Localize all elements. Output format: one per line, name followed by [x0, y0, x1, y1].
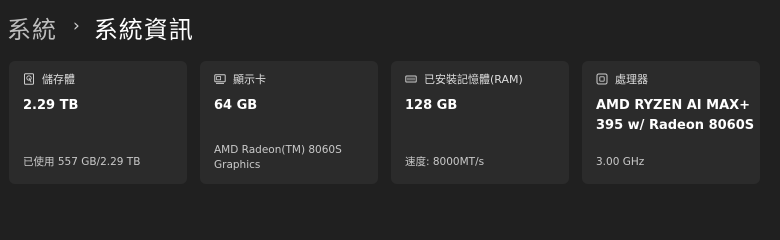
display-adapter-card-title: 顯示卡 — [233, 73, 266, 86]
storage-usage-text: 已使用 557 GB/2.29 TB — [23, 156, 141, 168]
memory-speed-text: 速度: 8000MT/s — [405, 156, 485, 168]
processor-name-value: AMD RYZEN AI MAX+ 395 w/ Radeon 8060S — [596, 98, 755, 133]
processor-card-header: 處理器 — [596, 71, 648, 87]
display-adapter-name-text: AMD Radeon(TM) 8060S Graphics — [214, 144, 342, 171]
page-title: 系統資訊 — [93, 15, 194, 44]
display-adapter-card-header: 顯示卡 — [214, 71, 266, 87]
storage-card-title: 儲存體 — [42, 73, 75, 86]
breadcrumb-parent-system[interactable]: 系統 — [7, 10, 57, 45]
memory-card-title: 已安裝記憶體(RAM) — [424, 73, 523, 86]
processor-clock-speed-text: 3.00 GHz — [596, 156, 645, 168]
memory-card-header: 已安裝記憶體(RAM) — [405, 71, 523, 87]
memory-card[interactable]: 已安裝記憶體(RAM) 128 GB 速度: 8000MT/s — [391, 61, 569, 184]
processor-card-title: 處理器 — [615, 73, 648, 86]
processor-icon — [596, 73, 608, 85]
storage-card-header: 儲存體 — [23, 71, 75, 87]
breadcrumb-separator-icon: › — [73, 16, 80, 36]
display-adapter-icon — [214, 73, 226, 85]
memory-total-value: 128 GB — [405, 98, 458, 113]
storage-card[interactable]: 儲存體 2.29 TB 已使用 557 GB/2.29 TB — [9, 61, 187, 184]
storage-icon — [23, 73, 35, 85]
breadcrumb: 系統 › 系統資訊 — [7, 10, 194, 44]
display-adapter-memory-value: 64 GB — [214, 98, 258, 113]
storage-total-value: 2.29 TB — [23, 98, 79, 113]
memory-icon — [405, 73, 417, 85]
processor-card[interactable]: 處理器 AMD RYZEN AI MAX+ 395 w/ Radeon 8060… — [582, 61, 760, 184]
display-adapter-card[interactable]: 顯示卡 64 GB AMD Radeon(TM) 8060S Graphics — [200, 61, 378, 184]
